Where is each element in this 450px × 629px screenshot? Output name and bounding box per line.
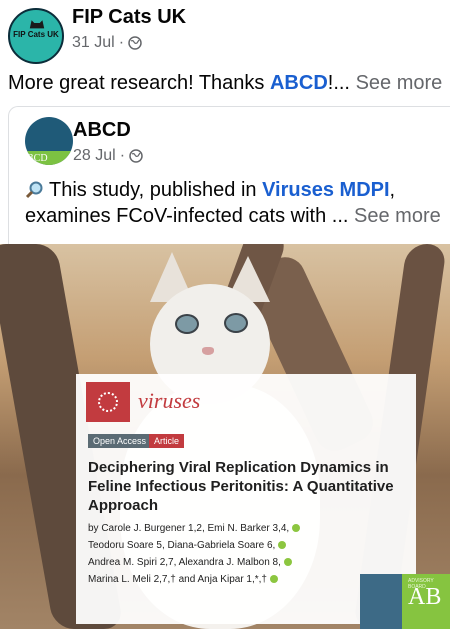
shared-post[interactable]: BCD ABCD 28 Jul · This study, published … xyxy=(8,106,450,246)
shared-text-suffix: , xyxy=(389,179,396,201)
shared-post-text: This study, published in Viruses MDPI, e… xyxy=(25,177,441,229)
article-badge: Article xyxy=(149,434,185,448)
magnifier-icon xyxy=(25,181,43,199)
orcid-icon xyxy=(283,558,292,566)
post-header: FIP Cats UK FIP Cats UK 31 Jul · xyxy=(0,0,450,70)
orcid-icon xyxy=(278,541,287,549)
cat-logo-icon xyxy=(29,20,45,29)
shared-text-prefix: This study, published in xyxy=(49,179,263,201)
post-date[interactable]: 31 Jul xyxy=(72,34,115,52)
advisory-board-logo: ADVISORY BOARD AB xyxy=(360,574,450,629)
cat-eye-left xyxy=(175,314,199,334)
shared-author-name[interactable]: ABCD xyxy=(73,119,131,142)
author-name[interactable]: FIP Cats UK xyxy=(72,6,186,29)
advisory-board-letters: AB xyxy=(408,584,442,610)
cat-photo-tile xyxy=(360,574,402,629)
shared-see-more-link[interactable]: See more xyxy=(354,205,441,227)
authors-text: by Carole J. Burgener 1,2, Emi N. Barker… xyxy=(88,523,290,534)
see-more-link[interactable]: See more xyxy=(356,72,443,94)
article-title: Deciphering Viral Replication Dynamics i… xyxy=(88,459,394,514)
author-avatar[interactable]: FIP Cats UK xyxy=(8,8,64,64)
shared-post-date[interactable]: 28 Jul xyxy=(73,147,116,165)
post-text-suffix: !... xyxy=(327,72,350,94)
orcid-icon xyxy=(269,575,278,583)
globe-icon xyxy=(129,149,143,163)
cat-nose xyxy=(202,347,214,355)
post-text-prefix: More great research! Thanks xyxy=(8,72,270,94)
post-meta: 31 Jul · xyxy=(72,34,142,52)
journal-name: viruses xyxy=(138,388,201,413)
authors-text: Andrea M. Spiri 2,7, Alexandra J. Malbon… xyxy=(88,557,281,568)
meta-separator: · xyxy=(119,147,126,164)
mention-link[interactable]: ABCD xyxy=(270,72,328,94)
authors-line: by Carole J. Burgener 1,2, Emi N. Barker… xyxy=(88,520,413,537)
cat-eye-right xyxy=(224,313,248,333)
authors-line: Andrea M. Spiri 2,7, Alexandra J. Malbon… xyxy=(88,554,413,571)
journal-logo xyxy=(86,382,130,422)
shared-text-line1: This study, published in Viruses MDPI, xyxy=(25,177,441,203)
post-image[interactable]: viruses Open Access Article Deciphering … xyxy=(0,244,450,629)
authors-line: Teodoru Soare 5, Diana-Gabriela Soare 6, xyxy=(88,537,413,554)
authors-text: Marina L. Meli 2,7,† and Anja Kipar 1,*,… xyxy=(88,574,267,585)
orcid-icon xyxy=(291,524,300,532)
journal-link[interactable]: Viruses MDPI xyxy=(262,179,389,201)
shared-author-avatar[interactable]: BCD xyxy=(25,117,73,165)
meta-separator: · xyxy=(118,34,125,51)
shared-text-line2-content: examines FCoV-infected cats with ... xyxy=(25,205,349,227)
globe-icon xyxy=(128,36,142,50)
post-text: More great research! Thanks ABCD!... See… xyxy=(8,72,442,95)
authors-text: Teodoru Soare 5, Diana-Gabriela Soare 6, xyxy=(88,540,276,551)
virus-logo-icon xyxy=(98,392,118,412)
shared-avatar-text: BCD xyxy=(27,153,48,164)
shared-text-line2: examines FCoV-infected cats with ... See… xyxy=(25,203,441,229)
shared-post-meta: 28 Jul · xyxy=(73,147,143,165)
open-access-badge: Open Access xyxy=(88,434,152,448)
avatar-logo-text: FIP Cats UK xyxy=(13,30,59,39)
